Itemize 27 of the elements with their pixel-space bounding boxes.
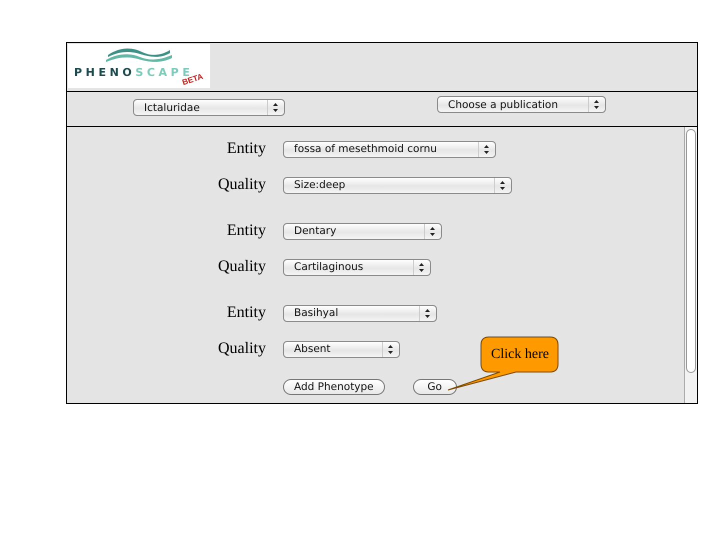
- scrollbar[interactable]: [684, 127, 697, 403]
- dropdown[interactable]: Cartilaginous: [283, 258, 431, 276]
- quality-label: Quality: [217, 340, 267, 358]
- updown-arrow-icon: [594, 100, 599, 109]
- updown-arrow-icon: [425, 308, 430, 318]
- updown-arrow-icon: [419, 262, 424, 272]
- go-button[interactable]: Go: [412, 379, 457, 395]
- entity-label: Entity: [226, 222, 267, 240]
- dropdown[interactable]: Absent: [283, 340, 400, 358]
- add-phenotype-button[interactable]: Add Phenotype: [283, 379, 385, 395]
- updown-arrow-icon: [484, 144, 489, 154]
- dropdown[interactable]: Basihyal: [283, 304, 437, 322]
- dropdown[interactable]: fossa of mesethmoid cornu: [283, 140, 496, 158]
- wave-icon: [106, 47, 172, 65]
- updown-arrow-icon: [273, 103, 278, 112]
- updown-arrow-icon: [388, 344, 393, 354]
- entity-label: Entity: [226, 304, 267, 322]
- entity-label: Entity: [226, 140, 267, 158]
- quality-label: Quality: [217, 258, 267, 276]
- dropdown[interactable]: Ictaluridae: [133, 99, 285, 116]
- updown-arrow-icon: [430, 226, 435, 236]
- callout-text: Click here: [490, 346, 550, 364]
- dropdown[interactable]: Dentary: [283, 222, 442, 240]
- dropdown[interactable]: Choose a publication: [437, 96, 606, 113]
- updown-arrow-icon: [500, 180, 505, 190]
- quality-label: Quality: [217, 176, 267, 194]
- dropdown[interactable]: Size:deep: [283, 176, 512, 194]
